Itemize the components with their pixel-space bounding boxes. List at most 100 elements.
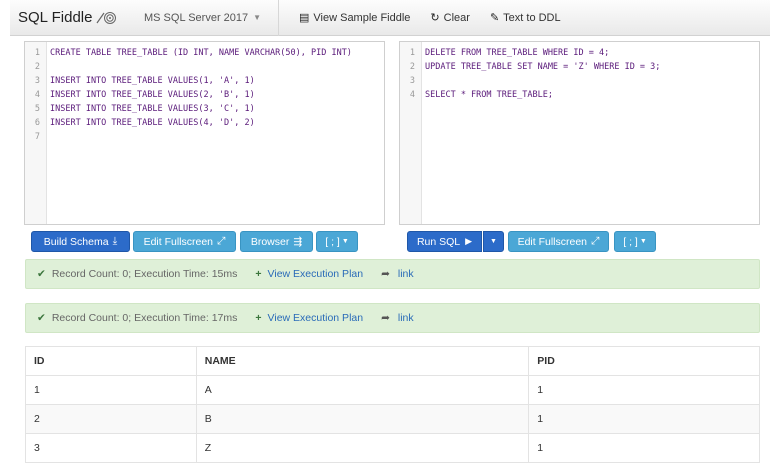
line-number: 4 (409, 90, 415, 100)
chevron-down-icon: ▼ (341, 238, 349, 245)
schema-editor[interactable]: 1 CREATE TABLE TREE_TABLE (ID INT, NAME V… (24, 41, 385, 225)
line-number: 3 (409, 76, 415, 86)
table-cell: 2 (25, 404, 197, 434)
delimiter-label: [ ; ] (325, 235, 340, 248)
edit-fullscreen-label: Edit Fullscreen (517, 235, 588, 248)
browser-label: Browser (250, 235, 290, 248)
line-number: 3 (34, 76, 40, 86)
query-editor[interactable]: 1 DELETE FROM TREE_TABLE WHERE ID = 4; 2 UP… (399, 41, 760, 225)
chevron-down-icon: ▼ (490, 238, 497, 245)
code-text: INSERT INTO TREE_TABLE VALUES(4, 'D', 2) (50, 118, 255, 128)
browser-button[interactable]: Browser ⇶ (240, 231, 313, 252)
view-sample-fiddle-label: View Sample Fiddle (313, 11, 411, 24)
permalink-link[interactable]: link (398, 312, 414, 324)
build-schema-button[interactable]: Build Schema ⤓ (31, 231, 130, 252)
play-icon: ▶ (465, 236, 473, 246)
table-row: 2 B 1 (25, 404, 760, 434)
text-to-ddl-label: Text to DDL (503, 11, 561, 24)
result-alert: ✔ Record Count: 0; Execution Time: 17ms … (25, 303, 760, 333)
plus-icon: + (255, 312, 262, 324)
edit-fullscreen-button[interactable]: Edit Fullscreen ⤢ (133, 231, 236, 252)
fiddle-logo-icon (96, 11, 117, 24)
table-header-row: ID NAME PID (25, 346, 760, 376)
delimiter-label: [ ; ] (623, 235, 638, 248)
delimiter-dropdown[interactable]: [ ; ] ▼ (316, 231, 358, 252)
table-cell: A (195, 375, 530, 405)
table-cell: 1 (528, 433, 760, 463)
chevron-down-icon: ▼ (253, 13, 262, 22)
download-icon: ⤓ (112, 235, 118, 247)
line-number: 6 (34, 118, 40, 128)
column-header-pid: PID (528, 346, 760, 376)
code-text: CREATE TABLE TREE_TABLE (ID INT, NAME VA… (50, 48, 352, 58)
edit-fullscreen-button-query[interactable]: Edit Fullscreen ⤢ (508, 231, 609, 252)
code-line: 4 SELECT * FROM TREE_TABLE; (404, 88, 660, 102)
text-to-ddl-link[interactable]: ✎ Text to DDL (489, 11, 561, 25)
column-header-name: NAME (195, 346, 530, 376)
code-line: 2 UPDATE TREE_TABLE SET NAME = 'Z' WHERE … (404, 60, 661, 74)
table-row: 1 A 1 (25, 375, 760, 405)
refresh-icon: ↻ (430, 12, 440, 24)
results-table: ID NAME PID 1 A 1 2 B 1 3 Z 1 (25, 346, 760, 463)
code-line: 3 INSERT INTO TREE_TABLE VALUES(1, 'A', 1… (29, 74, 352, 88)
result-alert: ✔ Record Count: 0; Execution Time: 15ms … (25, 259, 760, 289)
line-number: 7 (34, 132, 40, 142)
line-number: 4 (34, 90, 40, 100)
code-line: 2 (29, 60, 352, 74)
code-text: SELECT * FROM TREE_TABLE; (425, 90, 553, 100)
table-row: 3 Z 1 (25, 433, 760, 463)
line-number: 2 (34, 62, 40, 72)
schema-code[interactable]: 1 CREATE TABLE TREE_TABLE (ID INT, NAME V… (29, 46, 352, 144)
navbar: SQL Fiddle MS SQL Server 2017 ▼ ▤ View S… (10, 0, 770, 36)
column-header-id: ID (25, 346, 197, 376)
record-count-text: Record Count: 0; Execution Time: 15ms (51, 268, 238, 280)
view-sample-fiddle-link[interactable]: ▤ View Sample Fiddle (299, 11, 411, 25)
table-cell: 1 (528, 375, 760, 405)
line-number: 2 (409, 62, 415, 72)
code-text: INSERT INTO TREE_TABLE VALUES(2, 'B', 1) (50, 90, 255, 100)
table-cell: 3 (25, 433, 197, 463)
db-selector[interactable]: MS SQL Server 2017 ▼ (134, 0, 278, 35)
clear-link[interactable]: ↻ Clear (430, 11, 470, 25)
run-sql-label: Run SQL (416, 235, 461, 248)
code-line: 5 INSERT INTO TREE_TABLE VALUES(3, 'C', 1… (29, 102, 352, 116)
view-execution-plan-link[interactable]: View Execution Plan (268, 268, 364, 280)
code-text: INSERT INTO TREE_TABLE VALUES(3, 'C', 1) (50, 104, 255, 114)
view-execution-plan-link[interactable]: View Execution Plan (268, 312, 364, 324)
code-text: DELETE FROM TREE_TABLE WHERE ID = 4; (425, 48, 610, 58)
delimiter-dropdown-query[interactable]: [ ; ] ▼ (614, 231, 656, 252)
check-icon: ✔ (37, 268, 46, 280)
table-cell: B (195, 404, 530, 434)
brand[interactable]: SQL Fiddle (10, 9, 134, 26)
expand-icon: ⤢ (591, 235, 600, 247)
query-code[interactable]: 1 DELETE FROM TREE_TABLE WHERE ID = 4; 2 UP… (404, 46, 661, 102)
tree-icon: ⇶ (293, 235, 303, 248)
table-cell: 1 (528, 404, 760, 434)
line-number: 1 (34, 48, 40, 58)
record-count-text: Record Count: 0; Execution Time: 17ms (51, 312, 238, 324)
run-sql-dropdown[interactable]: ▼ (483, 231, 504, 252)
brand-name: SQL Fiddle (18, 9, 93, 26)
table-cell: Z (195, 433, 530, 463)
code-line: 6 INSERT INTO TREE_TABLE VALUES(4, 'D', 2… (29, 116, 352, 130)
share-arrow-icon: ➦ (381, 268, 390, 280)
expand-icon: ⤢ (217, 235, 226, 247)
edit-fullscreen-label: Edit Fullscreen (143, 235, 214, 248)
code-line: 4 INSERT INTO TREE_TABLE VALUES(2, 'B', 1… (29, 88, 352, 102)
wrench-icon: ✎ (489, 12, 500, 24)
document-icon: ▤ (299, 12, 310, 24)
table-cell: 1 (25, 375, 197, 405)
permalink-link[interactable]: link (398, 268, 414, 280)
code-line: 1 CREATE TABLE TREE_TABLE (ID INT, NAME V… (29, 46, 352, 60)
run-sql-button[interactable]: Run SQL ▶ (407, 231, 482, 252)
code-line: 3 (404, 74, 660, 88)
check-icon: ✔ (37, 312, 46, 324)
plus-icon: + (255, 268, 262, 280)
clear-label: Clear (443, 11, 470, 24)
db-selector-label: MS SQL Server 2017 (144, 11, 249, 24)
code-line: 1 DELETE FROM TREE_TABLE WHERE ID = 4; (404, 46, 660, 60)
chevron-down-icon: ▼ (639, 238, 647, 245)
line-number: 5 (34, 104, 40, 114)
divider (278, 0, 279, 36)
code-text: INSERT INTO TREE_TABLE VALUES(1, 'A', 1) (50, 76, 255, 86)
